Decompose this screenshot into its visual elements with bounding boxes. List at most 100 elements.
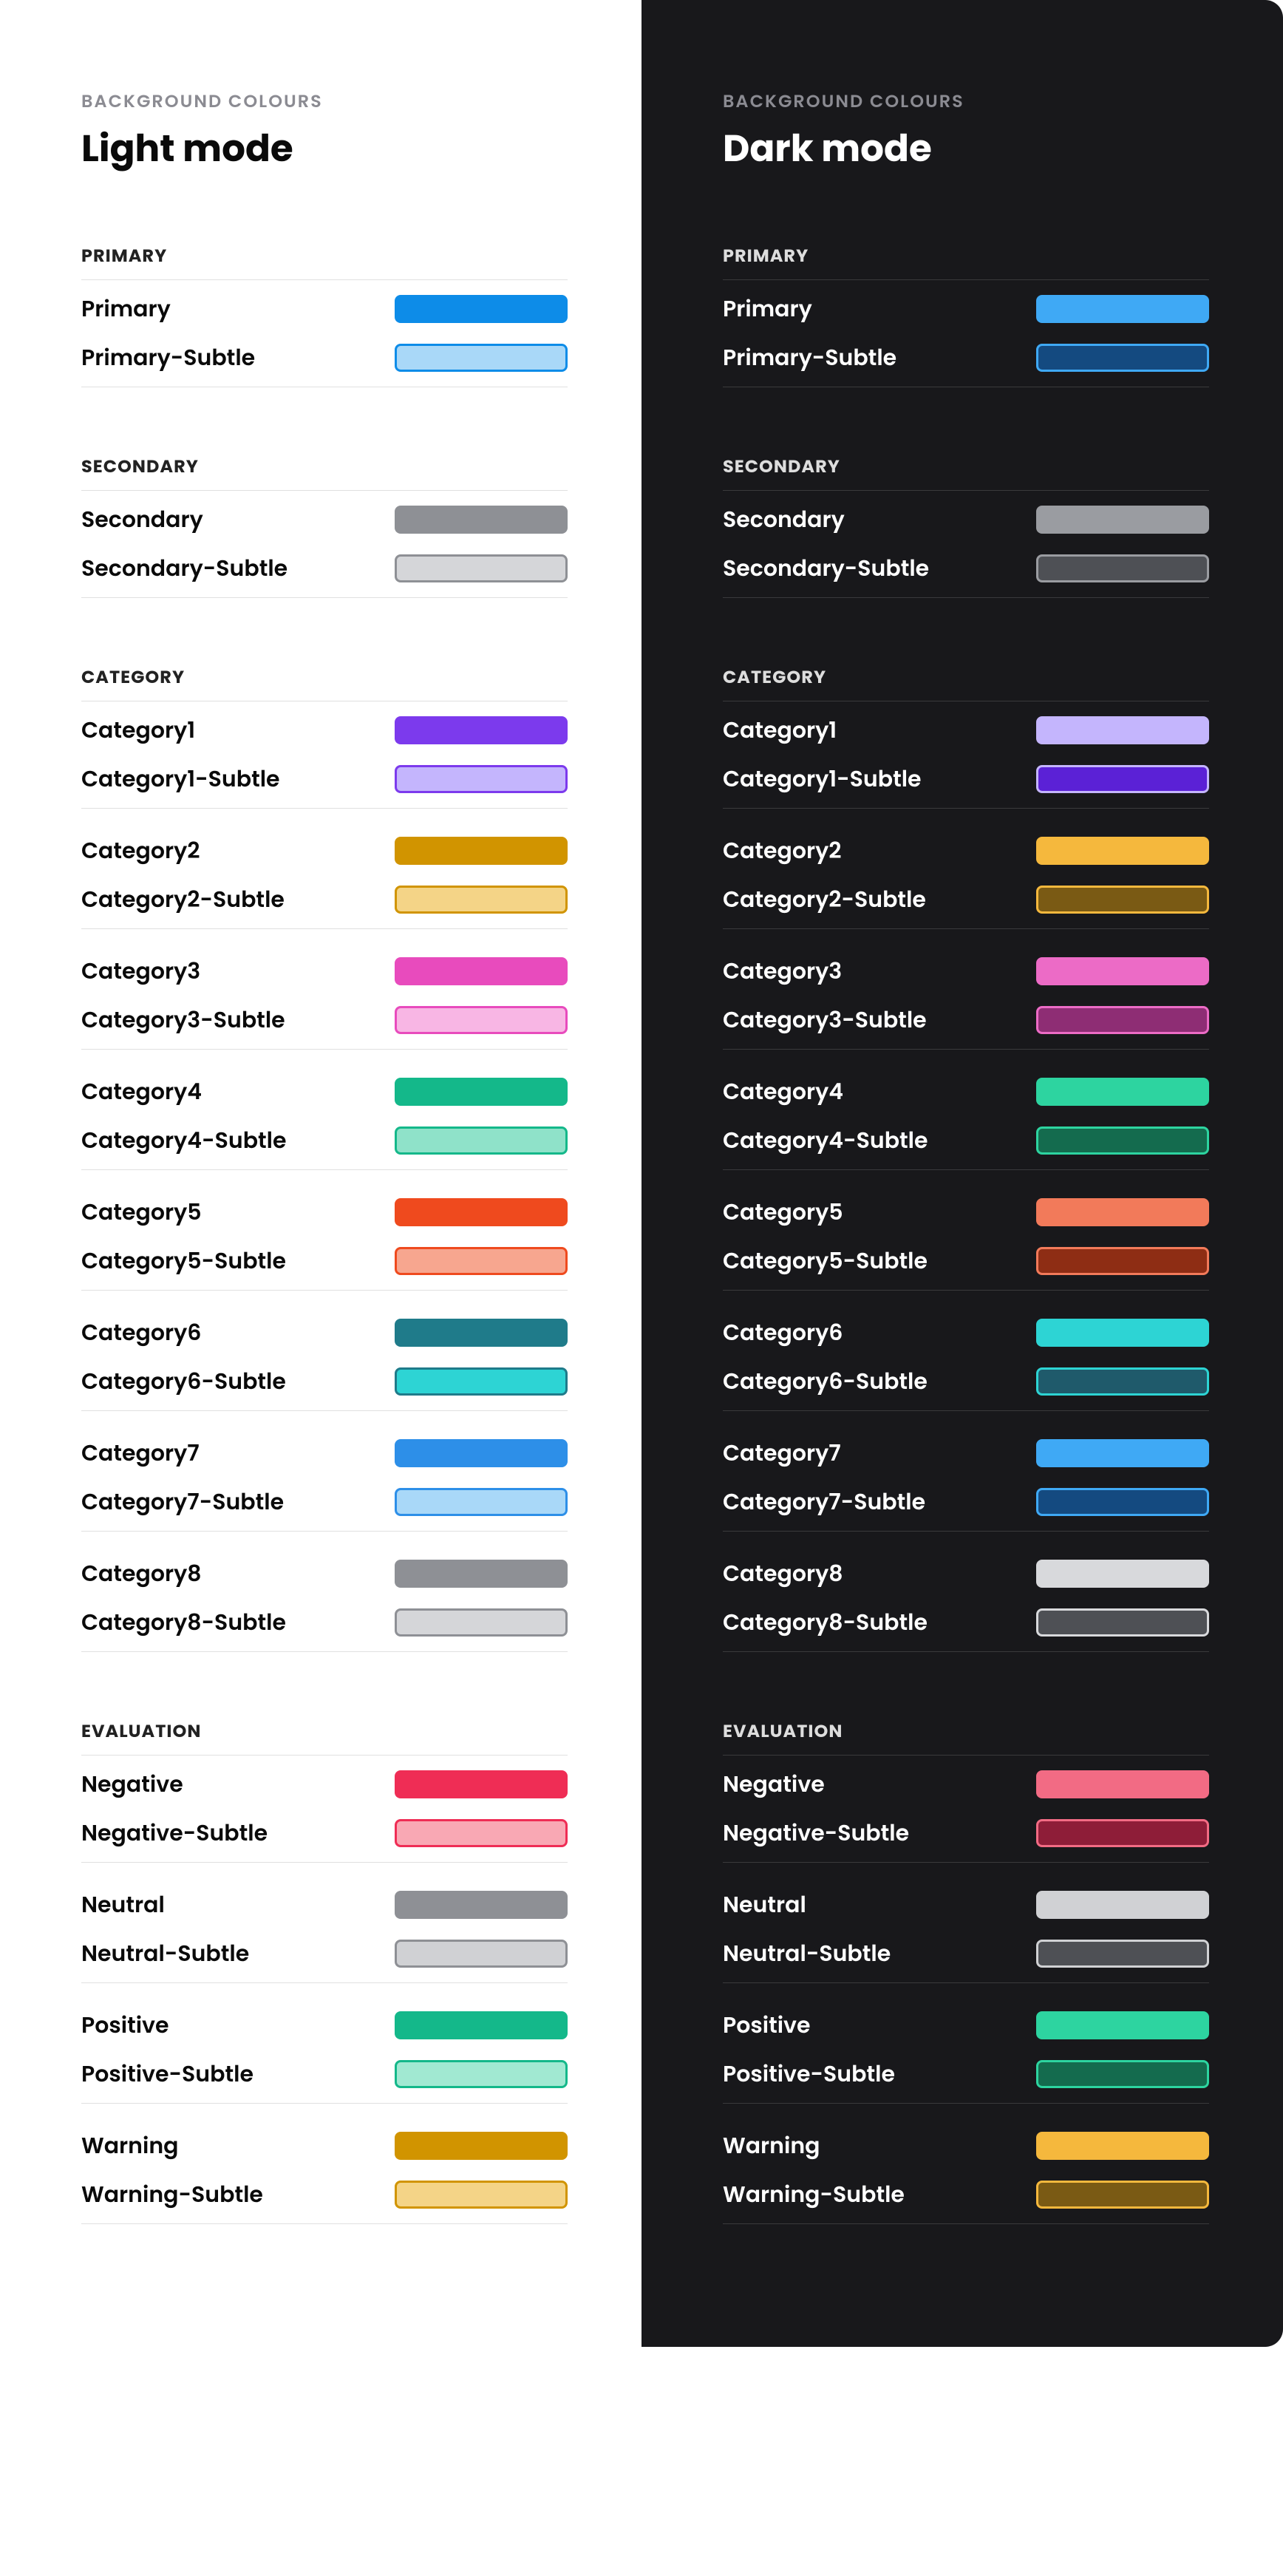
- color-row: Category8: [723, 1549, 1209, 1598]
- color-label: Positive-Subtle: [81, 2057, 253, 2091]
- color-row: Primary-Subtle: [723, 333, 1209, 382]
- divider: [81, 2223, 568, 2224]
- color-label: Category6: [81, 1316, 201, 1350]
- color-label: Primary: [81, 292, 171, 326]
- group-gap: [81, 1416, 568, 1429]
- color-label: Positive: [81, 2008, 169, 2042]
- color-swatch: [395, 1940, 568, 1968]
- color-swatch: [1036, 2011, 1209, 2039]
- color-label: Category4-Subtle: [723, 1124, 928, 1158]
- color-label: Warning-Subtle: [723, 2178, 905, 2212]
- divider: [81, 279, 568, 280]
- color-row: Negative-Subtle: [723, 1809, 1209, 1858]
- divider: [723, 1982, 1209, 1983]
- color-swatch: [395, 2181, 568, 2209]
- group-gap: [723, 1867, 1209, 1880]
- color-swatch: [1036, 1891, 1209, 1919]
- group-gap: [723, 1536, 1209, 1549]
- overline: BACKGROUND COLOURS: [81, 89, 568, 115]
- divider: [723, 490, 1209, 491]
- section-title: PRIMARY: [81, 243, 568, 269]
- divider: [723, 2103, 1209, 2104]
- color-row: Category7-Subtle: [81, 1478, 568, 1526]
- color-row: Category1: [723, 706, 1209, 755]
- color-swatch: [1036, 2181, 1209, 2209]
- color-label: Neutral: [723, 1888, 806, 1922]
- color-swatch: [395, 1126, 568, 1155]
- divider: [81, 490, 568, 491]
- color-label: Category8-Subtle: [81, 1605, 286, 1639]
- divider: [81, 2103, 568, 2104]
- dark-sections: PRIMARYPrimaryPrimary-SubtleSECONDARYSec…: [723, 243, 1209, 2224]
- color-swatch: [395, 1198, 568, 1226]
- color-swatch: [395, 2011, 568, 2039]
- color-label: Secondary: [723, 503, 845, 537]
- color-row: Category4-Subtle: [723, 1116, 1209, 1165]
- color-row: Category1-Subtle: [81, 755, 568, 803]
- color-swatch: [395, 2132, 568, 2160]
- color-row: Category8-Subtle: [723, 1598, 1209, 1647]
- color-row: Category8-Subtle: [81, 1598, 568, 1647]
- divider: [81, 928, 568, 929]
- color-swatch: [395, 344, 568, 372]
- divider: [723, 1290, 1209, 1291]
- color-row: Category7: [723, 1429, 1209, 1478]
- divider: [723, 2223, 1209, 2224]
- color-swatch: [1036, 1560, 1209, 1588]
- divider: [723, 279, 1209, 280]
- light-column: BACKGROUND COLOURS Light mode PRIMARY Pri…: [0, 0, 642, 2347]
- color-swatch: [1036, 1367, 1209, 1396]
- color-label: Neutral-Subtle: [723, 1937, 891, 1971]
- color-swatch: [1036, 1126, 1209, 1155]
- color-row: Category1-Subtle: [723, 755, 1209, 803]
- divider: [81, 1290, 568, 1291]
- color-row: Warning-Subtle: [81, 2170, 568, 2219]
- color-row: Category1: [81, 706, 568, 755]
- color-label: Category3-Subtle: [723, 1003, 927, 1037]
- color-swatch: [395, 1439, 568, 1467]
- color-row: Category3-Subtle: [723, 996, 1209, 1044]
- group-gap: [81, 813, 568, 826]
- color-row: Neutral-Subtle: [723, 1929, 1209, 1978]
- color-row: Category3-Subtle: [81, 996, 568, 1044]
- color-row: Neutral: [723, 1880, 1209, 1929]
- color-label: Category4-Subtle: [81, 1124, 287, 1158]
- color-row: Category6-Subtle: [723, 1357, 1209, 1406]
- color-label: Primary-Subtle: [723, 341, 896, 375]
- color-label: Category3-Subtle: [81, 1003, 285, 1037]
- divider: [723, 1169, 1209, 1170]
- color-swatch: [395, 957, 568, 985]
- divider: [81, 1755, 568, 1756]
- color-row: Warning-Subtle: [723, 2170, 1209, 2219]
- color-row: Category2-Subtle: [723, 875, 1209, 924]
- color-row: Category3: [723, 947, 1209, 996]
- color-label: Category6: [723, 1316, 843, 1350]
- divider: [723, 1755, 1209, 1756]
- color-swatch: [1036, 1006, 1209, 1034]
- color-swatch: [1036, 1940, 1209, 1968]
- group-gap: [723, 1175, 1209, 1188]
- color-row: Category4-Subtle: [81, 1116, 568, 1165]
- color-label: Category7-Subtle: [81, 1485, 284, 1519]
- color-label: Category1-Subtle: [81, 762, 280, 796]
- mode-title: Light mode: [81, 120, 568, 177]
- color-row: Category7: [81, 1429, 568, 1478]
- color-swatch: [1036, 886, 1209, 914]
- color-swatch: [395, 765, 568, 793]
- color-label: Category5-Subtle: [81, 1244, 286, 1278]
- color-label: Category3: [723, 954, 842, 988]
- divider: [723, 1531, 1209, 1532]
- color-label: Warning-Subtle: [81, 2178, 263, 2212]
- color-label: Category1-Subtle: [723, 762, 922, 796]
- color-label: Category8: [723, 1557, 843, 1591]
- mode-title: Dark mode: [723, 120, 1209, 177]
- group-gap: [81, 1988, 568, 2001]
- group-gap: [723, 813, 1209, 826]
- group-gap: [81, 1054, 568, 1067]
- color-row: Category2: [723, 826, 1209, 875]
- color-label: Category1: [723, 713, 837, 747]
- color-row: Category5: [81, 1188, 568, 1237]
- divider: [81, 597, 568, 598]
- color-label: Category7: [723, 1436, 841, 1470]
- color-swatch: [1036, 1488, 1209, 1516]
